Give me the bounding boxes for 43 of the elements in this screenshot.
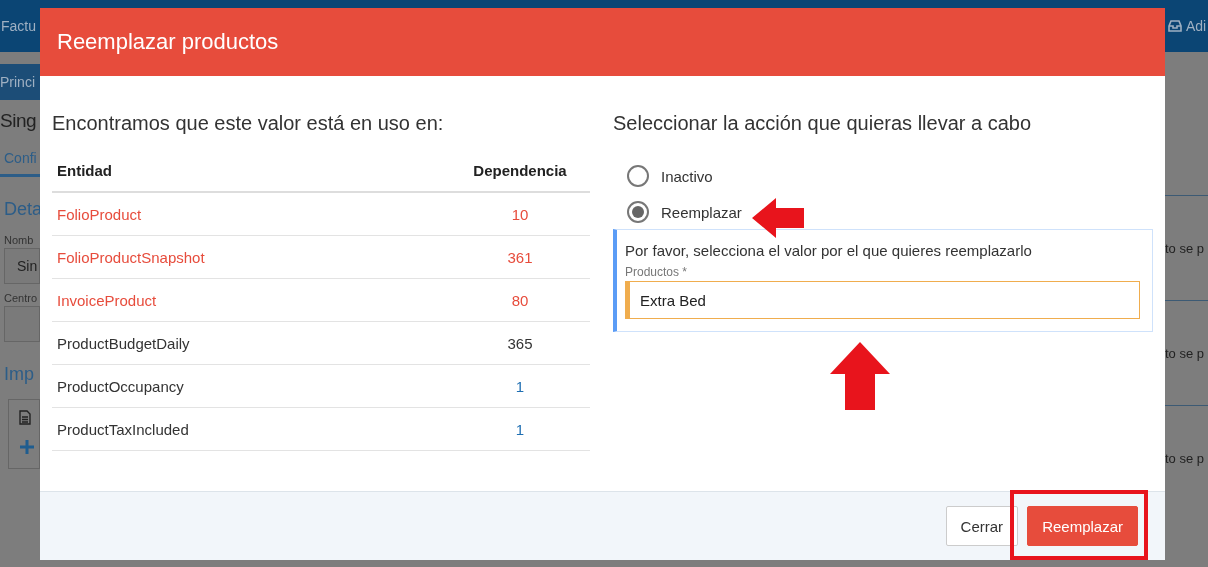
close-button[interactable]: Cerrar (945, 506, 1019, 546)
section-heading: Seleccionar la acción que quieras llevar a cabo (613, 112, 1033, 135)
inbox-icon (1168, 20, 1182, 32)
table-cell: InvoiceProduct (52, 278, 450, 322)
radio-button[interactable] (627, 165, 649, 187)
column-header: Entidad (52, 149, 450, 192)
instruction-text: Por favor, selecciona el valor por el que quieres reemplazarlo (625, 242, 1033, 259)
input-field[interactable] (4, 306, 40, 342)
admin-menu[interactable]: Adi (1167, 18, 1208, 34)
column-header: Dependencia (450, 149, 590, 192)
replace-button[interactable]: Reemplazar (1027, 506, 1138, 546)
row-text: to se p (1165, 240, 1205, 256)
radio-label[interactable]: Reemplazar (661, 203, 742, 221)
table-cell: FolioProduct (52, 192, 450, 236)
document-icon[interactable] (19, 410, 31, 425)
table-cell: 1 (450, 364, 590, 408)
row-text: to se p (1165, 450, 1205, 466)
table-cell: 1 (450, 407, 590, 451)
radio-label[interactable]: Inactivo (661, 167, 713, 185)
table-cell: 80 (450, 278, 590, 322)
annotation-arrow (830, 342, 890, 410)
section-title: Deta (4, 199, 40, 220)
section-title: Imp (4, 364, 35, 385)
menu-item[interactable]: Factu (0, 18, 36, 34)
page-title: Sing (0, 110, 38, 132)
dialog-title: Reemplazar productos (57, 29, 279, 55)
table-cell: 10 (450, 192, 590, 236)
select-field[interactable]: Extra Bed (625, 281, 1140, 319)
table-cell: ProductBudgetDaily (52, 321, 450, 365)
radio-button[interactable] (627, 201, 649, 223)
table-cell: 361 (450, 235, 590, 279)
breadcrumb[interactable]: Princi (0, 64, 40, 100)
field-label: Centro (4, 292, 39, 304)
section-heading: Encontramos que este valor está en uso en: (52, 112, 445, 135)
field-label: Nomb (4, 234, 35, 246)
table-cell: ProductOccupancy (52, 364, 450, 408)
field-label: Productos * (625, 265, 689, 279)
annotation-arrow (752, 198, 804, 238)
row-text: to se p (1165, 345, 1205, 361)
table-cell: ProductTaxIncluded (52, 407, 450, 451)
table-cell: 365 (450, 321, 590, 365)
input-field[interactable]: Sin (4, 248, 40, 284)
table-cell: FolioProductSnapshot (52, 235, 450, 279)
